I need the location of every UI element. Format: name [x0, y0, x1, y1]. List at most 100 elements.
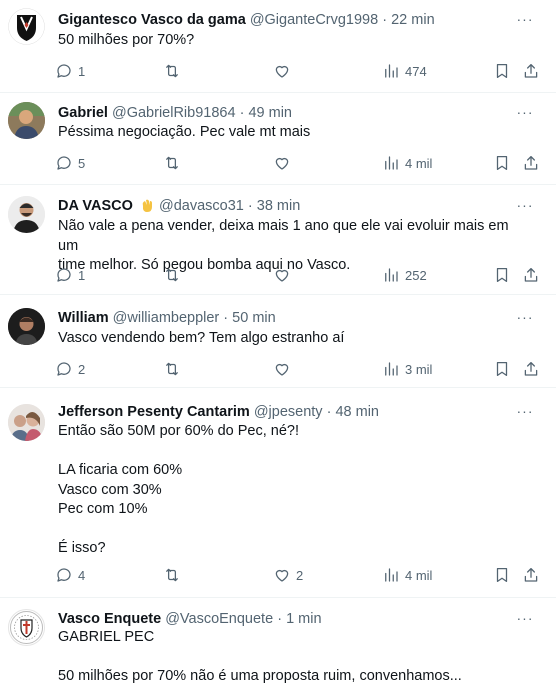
tweet-text-line: Não vale a pena vender, deixa mais 1 ano…	[58, 218, 509, 254]
tweet[interactable]: Jefferson Pesenty Cantarim @jpesenty · 4…	[0, 388, 556, 598]
views-button[interactable]: 474	[382, 60, 427, 82]
views-button[interactable]: 4 mil	[382, 152, 432, 174]
separator-dot: ·	[326, 404, 332, 420]
repost-icon	[166, 362, 178, 376]
tweet-text: Então são 50M por 60% do Pec, né?! LA fi…	[58, 422, 528, 559]
author-name[interactable]: Gabriel	[58, 105, 108, 121]
share-button[interactable]	[522, 358, 540, 380]
bookmark-button[interactable]	[493, 152, 511, 174]
avatar[interactable]	[8, 609, 45, 646]
avatar[interactable]	[8, 308, 45, 345]
more-options-icon[interactable]: ···	[516, 12, 534, 32]
views-button[interactable]: 252	[382, 264, 427, 286]
like-button[interactable]	[273, 264, 296, 286]
share-button[interactable]	[522, 264, 540, 286]
more-options-icon[interactable]: ···	[516, 404, 534, 424]
author-name[interactable]: Jefferson Pesenty Cantarim	[58, 404, 250, 420]
reply-button[interactable]: 5	[55, 152, 85, 174]
author-handle[interactable]: @williambeppler	[113, 310, 220, 326]
reply-button[interactable]: 4	[55, 564, 85, 586]
tweet[interactable]: Gabriel @GabrielRib91864 · 49 min ··· Pé…	[0, 93, 556, 185]
like-button[interactable]: 2	[273, 564, 303, 586]
timestamp[interactable]: 49 min	[248, 105, 292, 121]
bookmark-icon	[496, 567, 508, 583]
repost-button[interactable]	[163, 264, 186, 286]
author-handle[interactable]: @VascoEnquete	[165, 611, 273, 627]
author-handle[interactable]: @jpesenty	[254, 404, 323, 420]
repost-button[interactable]	[163, 564, 186, 586]
more-options-icon[interactable]: ···	[516, 310, 534, 330]
like-button[interactable]	[273, 60, 296, 82]
tweet-text-line	[58, 648, 528, 668]
views-button[interactable]: 3 mil	[382, 358, 432, 380]
bookmark-button[interactable]	[493, 60, 511, 82]
repost-button[interactable]	[163, 152, 186, 174]
timestamp[interactable]: 38 min	[257, 198, 301, 214]
avatar[interactable]	[8, 8, 45, 45]
tweet-text-line	[58, 520, 528, 540]
repost-icon	[166, 568, 178, 582]
views-chart-icon	[385, 568, 398, 582]
bookmark-icon	[496, 267, 508, 283]
tweet-text: Péssima negociação. Pec vale mt mais	[58, 123, 528, 143]
author-name[interactable]: DA VASCO	[58, 198, 133, 214]
tweet-actions: 5 4 mil	[55, 152, 545, 174]
avatar[interactable]	[8, 102, 45, 139]
timestamp[interactable]: 50 min	[232, 310, 276, 326]
tweet-text-line: Vasco vendendo bem? Tem algo estranho aí	[58, 330, 345, 346]
timestamp[interactable]: 1 min	[286, 611, 321, 627]
view-count: 474	[405, 63, 427, 79]
repost-button[interactable]	[163, 358, 186, 380]
tweet[interactable]: Gigantesco Vasco da gama @GiganteCrvg199…	[0, 0, 556, 93]
separator-dot: ·	[277, 611, 283, 627]
share-button[interactable]	[522, 152, 540, 174]
tweet-text-line: Pec com 10%	[58, 501, 148, 517]
bookmark-button[interactable]	[493, 264, 511, 286]
avatar[interactable]	[8, 196, 45, 233]
heart-icon	[275, 157, 289, 170]
reply-count: 1	[78, 63, 86, 79]
share-icon	[524, 361, 538, 376]
author-handle[interactable]: @davasco31	[159, 198, 244, 214]
share-button[interactable]	[522, 60, 540, 82]
like-count: 2	[296, 567, 304, 583]
reply-button[interactable]: 1	[55, 60, 85, 82]
repost-button[interactable]	[163, 60, 186, 82]
bookmark-button[interactable]	[493, 564, 511, 586]
more-options-icon[interactable]: ···	[516, 105, 534, 125]
author-name[interactable]: Gigantesco Vasco da gama	[58, 12, 246, 28]
tweet-actions: 4 2 4 mil	[55, 564, 545, 586]
timestamp[interactable]: 22 min	[391, 12, 435, 28]
bookmark-button[interactable]	[493, 358, 511, 380]
author-name[interactable]: William	[58, 310, 109, 326]
views-button[interactable]: 4 mil	[382, 564, 432, 586]
author-handle[interactable]: @GabrielRib91864	[112, 105, 236, 121]
tweet-text-line: Péssima negociação. Pec vale mt mais	[58, 124, 311, 140]
author-name[interactable]: Vasco Enquete	[58, 611, 161, 627]
views-chart-icon	[385, 268, 398, 282]
separator-dot: ·	[247, 198, 253, 214]
more-options-icon[interactable]: ···	[516, 198, 534, 218]
like-button[interactable]	[273, 152, 296, 174]
user-photo-icon	[8, 404, 45, 441]
reply-button[interactable]: 1	[55, 264, 85, 286]
vasco-crest-icon	[8, 8, 45, 45]
tweet-actions: 1 474	[55, 60, 545, 82]
user-photo-icon	[8, 196, 45, 233]
tweet[interactable]: William @williambeppler · 50 min ··· Vas…	[0, 295, 556, 388]
avatar[interactable]	[8, 404, 45, 441]
bookmark-icon	[496, 155, 508, 171]
reply-count: 5	[78, 155, 86, 171]
heart-icon	[275, 569, 289, 582]
author-handle[interactable]: @GiganteCrvg1998	[250, 12, 378, 28]
share-button[interactable]	[522, 564, 540, 586]
reply-button[interactable]: 2	[55, 358, 85, 380]
timestamp[interactable]: 48 min	[335, 404, 379, 420]
separator-dot: ·	[223, 310, 229, 326]
tweet[interactable]: Vasco Enquete @VascoEnquete · 1 min ··· …	[0, 598, 556, 684]
tweet[interactable]: DA VASCO @davasco31 · 38 min ··· Não val…	[0, 185, 556, 295]
like-button[interactable]	[273, 358, 296, 380]
share-icon	[524, 567, 538, 582]
heart-icon	[275, 269, 289, 282]
tweet-text-line: 50 milhões por 70%?	[58, 32, 195, 48]
